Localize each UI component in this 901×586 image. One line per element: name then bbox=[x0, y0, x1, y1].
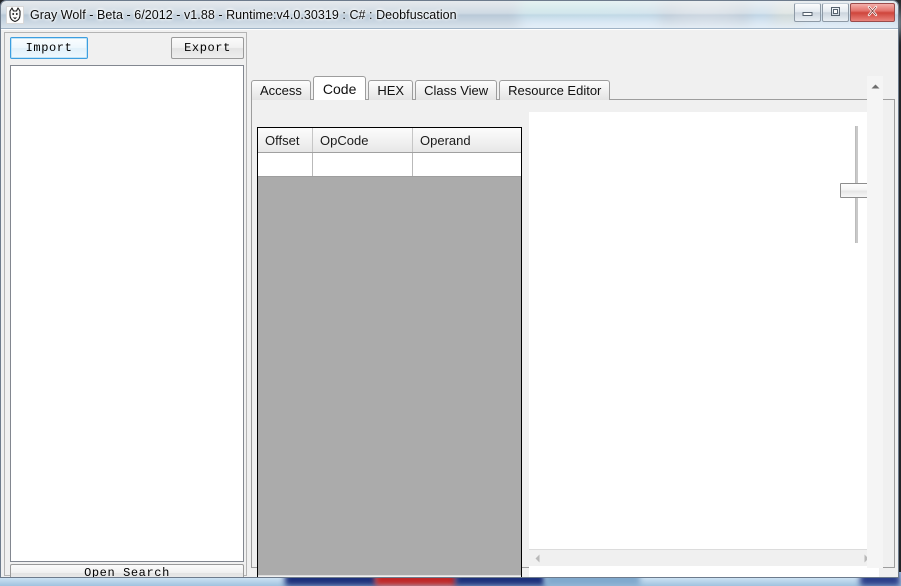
arrow-left-icon[interactable] bbox=[529, 550, 546, 566]
export-button[interactable]: Export bbox=[171, 37, 244, 59]
tab-access[interactable]: Access bbox=[251, 80, 311, 100]
left-panel: Import Export Open Search Find Main Save bbox=[4, 32, 247, 577]
window-controls bbox=[793, 3, 895, 22]
il-instruction-grid[interactable]: Offset OpCode Operand bbox=[257, 127, 522, 578]
column-header-offset[interactable]: Offset bbox=[258, 128, 313, 152]
decompiled-code-view[interactable] bbox=[529, 112, 879, 577]
arrow-left-icon[interactable] bbox=[258, 576, 275, 577]
application-window: Gray Wolf - Beta - 6/2012 - v1.88 - Runt… bbox=[0, 0, 899, 578]
tab-class-view[interactable]: Class View bbox=[415, 80, 498, 100]
arrow-up-icon[interactable] bbox=[867, 78, 883, 94]
close-button[interactable] bbox=[850, 3, 895, 22]
minimize-button[interactable] bbox=[794, 3, 821, 22]
arrow-right-icon[interactable] bbox=[504, 576, 521, 577]
code-horizontal-scrollbar[interactable] bbox=[529, 549, 875, 566]
tab-code[interactable]: Code bbox=[312, 76, 367, 100]
maximize-button[interactable] bbox=[822, 3, 849, 22]
column-header-opcode[interactable]: OpCode bbox=[313, 128, 413, 152]
main-tab-control: Access Code HEX Class View Resource Edit… bbox=[251, 76, 895, 577]
cell-opcode[interactable] bbox=[313, 153, 413, 176]
assembly-list[interactable] bbox=[10, 65, 244, 562]
wolf-icon bbox=[6, 5, 24, 24]
window-vertical-scrollbar[interactable] bbox=[867, 76, 883, 568]
client-area: Import Export Open Search Find Main Save… bbox=[1, 29, 898, 577]
tab-page-code: Offset OpCode Operand bbox=[251, 99, 895, 577]
minimize-icon bbox=[801, 4, 814, 22]
cell-operand[interactable] bbox=[413, 153, 521, 176]
close-icon bbox=[865, 4, 880, 22]
grid-hscroll-thumb[interactable] bbox=[278, 577, 413, 578]
open-search-button[interactable]: Open Search bbox=[10, 564, 244, 577]
cell-offset[interactable] bbox=[258, 153, 313, 176]
window-title: Gray Wolf - Beta - 6/2012 - v1.88 - Runt… bbox=[30, 7, 457, 22]
grid-empty-area bbox=[258, 178, 521, 575]
tab-strip: Access Code HEX Class View Resource Edit… bbox=[251, 76, 612, 100]
grid-horizontal-scrollbar[interactable] bbox=[258, 575, 521, 578]
maximize-icon bbox=[829, 4, 842, 22]
import-button[interactable]: Import bbox=[10, 37, 88, 59]
table-row[interactable] bbox=[258, 153, 521, 177]
title-bar[interactable]: Gray Wolf - Beta - 6/2012 - v1.88 - Runt… bbox=[1, 1, 898, 29]
tab-resource-editor[interactable]: Resource Editor bbox=[499, 80, 611, 100]
column-header-operand[interactable]: Operand bbox=[413, 128, 521, 152]
tab-hex[interactable]: HEX bbox=[368, 80, 414, 100]
grid-header-row: Offset OpCode Operand bbox=[258, 128, 521, 153]
